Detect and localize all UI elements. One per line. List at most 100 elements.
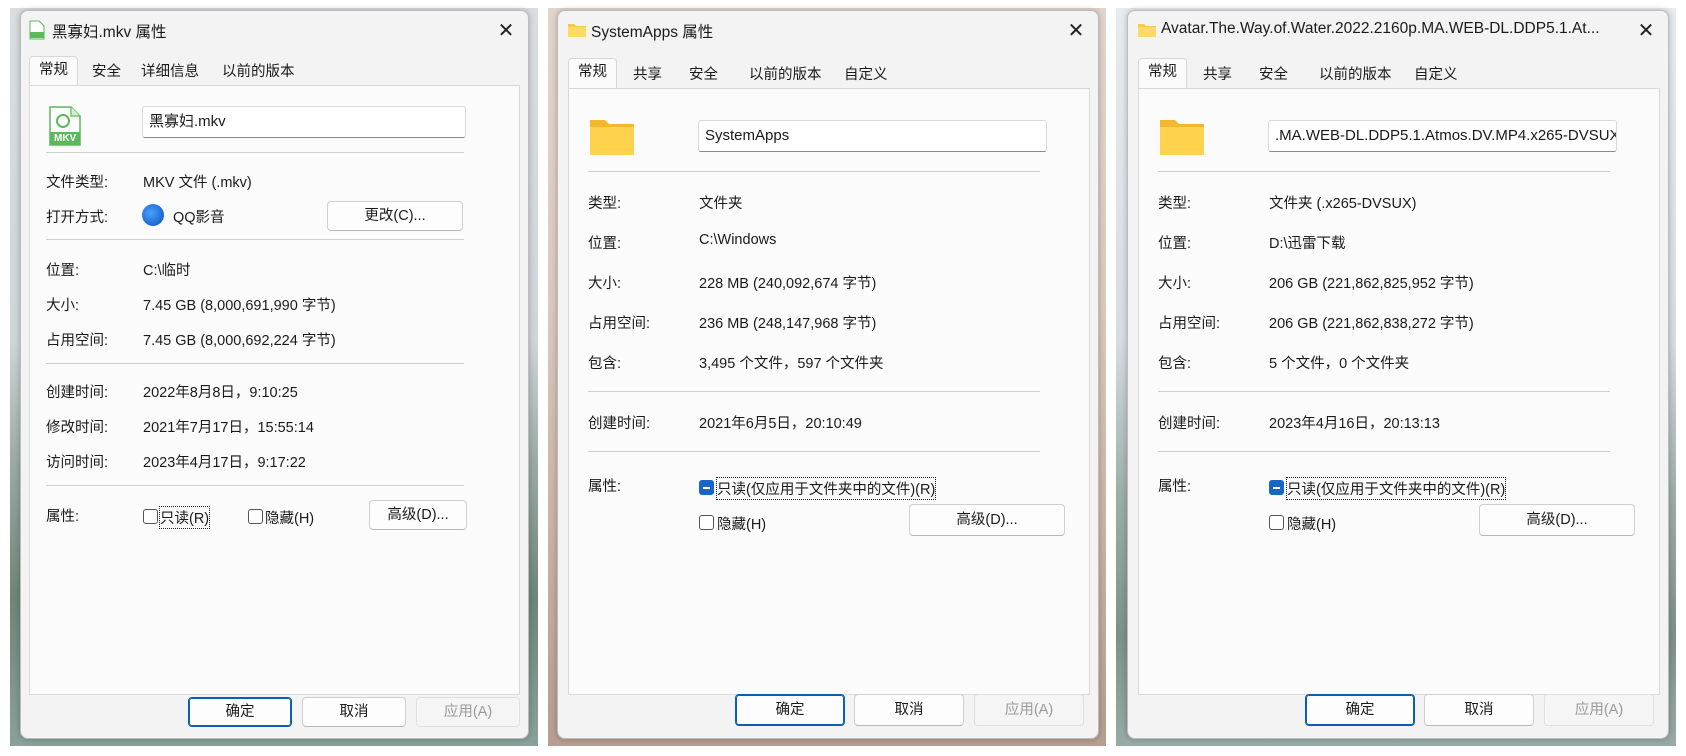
- tab-general[interactable]: 常规: [1138, 58, 1187, 89]
- tab-general[interactable]: 常规: [29, 56, 78, 87]
- created-label: 创建时间:: [588, 416, 651, 432]
- hidden-checkbox[interactable]: [1269, 515, 1284, 530]
- separator: [1158, 451, 1610, 452]
- tab-previous-versions[interactable]: 以前的版本: [213, 59, 304, 85]
- size-label: 大小:: [1158, 276, 1192, 292]
- file-name-input[interactable]: 黑寡妇.mkv: [142, 106, 466, 138]
- contains-label: 包含:: [1158, 356, 1192, 372]
- type-value: MKV 文件 (.mkv): [143, 175, 252, 191]
- type-label: 类型:: [1158, 196, 1192, 212]
- location-label: 位置:: [46, 263, 80, 279]
- modified-label: 修改时间:: [46, 420, 109, 436]
- contains-value: 3,495 个文件，597 个文件夹: [699, 356, 884, 372]
- ok-button[interactable]: 确定: [735, 694, 845, 726]
- accessed-value: 2023年4月17日，9:17:22: [143, 455, 306, 471]
- open-with-value: QQ影音: [173, 210, 225, 226]
- cancel-button[interactable]: 取消: [854, 694, 964, 726]
- separator: [46, 363, 464, 364]
- tab-previous-versions[interactable]: 以前的版本: [740, 62, 831, 88]
- tab-sharing[interactable]: 共享: [624, 62, 671, 88]
- advanced-button[interactable]: 高级(D)...: [369, 500, 467, 530]
- size-value: 228 MB (240,092,674 字节): [699, 276, 877, 292]
- tab-security[interactable]: 安全: [83, 59, 130, 85]
- properties-dialog-mkv: 黑寡妇.mkv 属性 ✕ 常规 安全 详细信息 以前的版本 MKV 黑寡妇.mk…: [20, 10, 529, 739]
- title-bar: 黑寡妇.mkv 属性 ✕: [21, 11, 528, 49]
- location-value: D:\迅雷下载: [1269, 236, 1346, 252]
- separator: [588, 391, 1040, 392]
- apply-button[interactable]: 应用(A): [974, 694, 1084, 726]
- close-icon[interactable]: ✕: [1630, 18, 1662, 44]
- window-title: 黑寡妇.mkv 属性: [52, 24, 167, 41]
- ok-button[interactable]: 确定: [188, 697, 292, 727]
- created-label: 创建时间:: [46, 385, 109, 401]
- title-bar: SystemApps 属性 ✕: [558, 11, 1098, 49]
- created-value: 2021年6月5日，20:10:49: [699, 416, 862, 432]
- tab-customize[interactable]: 自定义: [835, 62, 897, 88]
- type-label: 文件类型:: [46, 175, 109, 191]
- modified-value: 2021年7月17日，15:55:14: [143, 420, 314, 436]
- tab-sharing[interactable]: 共享: [1194, 62, 1241, 88]
- size-on-disk-label: 占用空间:: [588, 316, 651, 332]
- separator: [46, 485, 464, 486]
- created-value: 2022年8月8日，9:10:25: [143, 385, 298, 401]
- separator: [588, 171, 1040, 172]
- mkv-file-icon: [29, 20, 45, 40]
- cancel-button[interactable]: 取消: [302, 697, 406, 727]
- mkv-label: MKV: [54, 133, 77, 144]
- readonly-checkbox[interactable]: [1269, 480, 1284, 495]
- advanced-button[interactable]: 高级(D)...: [1479, 504, 1635, 536]
- hidden-label[interactable]: 隐藏(H): [717, 513, 766, 534]
- separator: [46, 152, 464, 153]
- hidden-checkbox[interactable]: [699, 515, 714, 530]
- close-icon[interactable]: ✕: [1060, 18, 1092, 44]
- folder-icon: [568, 24, 586, 37]
- size-on-disk-label: 占用空间:: [1158, 316, 1221, 332]
- readonly-label[interactable]: 只读(仅应用于文件夹中的文件)(R): [1285, 477, 1507, 500]
- hidden-checkbox[interactable]: [248, 509, 263, 524]
- size-label: 大小:: [46, 298, 80, 314]
- accessed-label: 访问时间:: [46, 455, 109, 471]
- tab-security[interactable]: 安全: [680, 62, 727, 88]
- readonly-label[interactable]: 只读(仅应用于文件夹中的文件)(R): [715, 477, 937, 500]
- type-label: 类型:: [588, 196, 622, 212]
- type-value: 文件夹: [699, 196, 743, 212]
- tab-security[interactable]: 安全: [1250, 62, 1297, 88]
- title-bar: Avatar.The.Way.of.Water.2022.2160p.MA.WE…: [1128, 11, 1668, 49]
- type-value: 文件夹 (.x265-DVSUX): [1269, 196, 1417, 212]
- tab-details[interactable]: 详细信息: [132, 59, 208, 85]
- location-value: C:\临时: [143, 263, 191, 279]
- folder-icon: [590, 120, 634, 155]
- created-value: 2023年4月16日，20:13:13: [1269, 416, 1440, 432]
- apply-button[interactable]: 应用(A): [1544, 694, 1654, 726]
- folder-name-input[interactable]: SystemApps: [698, 120, 1047, 152]
- change-button[interactable]: 更改(C)...: [327, 201, 463, 231]
- qq-player-icon: [142, 204, 164, 226]
- readonly-label[interactable]: 只读(R): [158, 506, 211, 529]
- size-value: 206 GB (221,862,825,952 字节): [1269, 276, 1474, 292]
- cancel-button[interactable]: 取消: [1424, 694, 1534, 726]
- attributes-label: 属性:: [588, 479, 622, 495]
- hidden-label[interactable]: 隐藏(H): [265, 507, 314, 528]
- folder-icon: [1138, 24, 1156, 37]
- contains-label: 包含:: [588, 356, 622, 372]
- readonly-checkbox[interactable]: [699, 480, 714, 495]
- attributes-label: 属性:: [46, 509, 80, 525]
- size-value: 7.45 GB (8,000,691,990 字节): [143, 298, 336, 314]
- advanced-button[interactable]: 高级(D)...: [909, 504, 1065, 536]
- contains-value: 5 个文件，0 个文件夹: [1269, 356, 1410, 372]
- file-type-icon: MKV: [48, 106, 82, 146]
- hidden-label[interactable]: 隐藏(H): [1287, 513, 1336, 534]
- ok-button[interactable]: 确定: [1305, 694, 1415, 726]
- size-on-disk-value: 206 GB (221,862,838,272 字节): [1269, 316, 1474, 332]
- folder-name-input[interactable]: .MA.WEB-DL.DDP5.1.Atmos.DV.MP4.x265-DVSU…: [1268, 120, 1617, 152]
- size-label: 大小:: [588, 276, 622, 292]
- attributes-label: 属性:: [1158, 479, 1192, 495]
- tab-general[interactable]: 常规: [568, 58, 617, 89]
- window-title: SystemApps 属性: [591, 24, 714, 41]
- properties-dialog-avatar-folder: Avatar.The.Way.of.Water.2022.2160p.MA.WE…: [1127, 10, 1669, 739]
- tab-customize[interactable]: 自定义: [1405, 62, 1467, 88]
- tab-previous-versions[interactable]: 以前的版本: [1310, 62, 1401, 88]
- readonly-checkbox[interactable]: [143, 509, 158, 524]
- apply-button[interactable]: 应用(A): [416, 697, 520, 727]
- close-icon[interactable]: ✕: [490, 18, 522, 44]
